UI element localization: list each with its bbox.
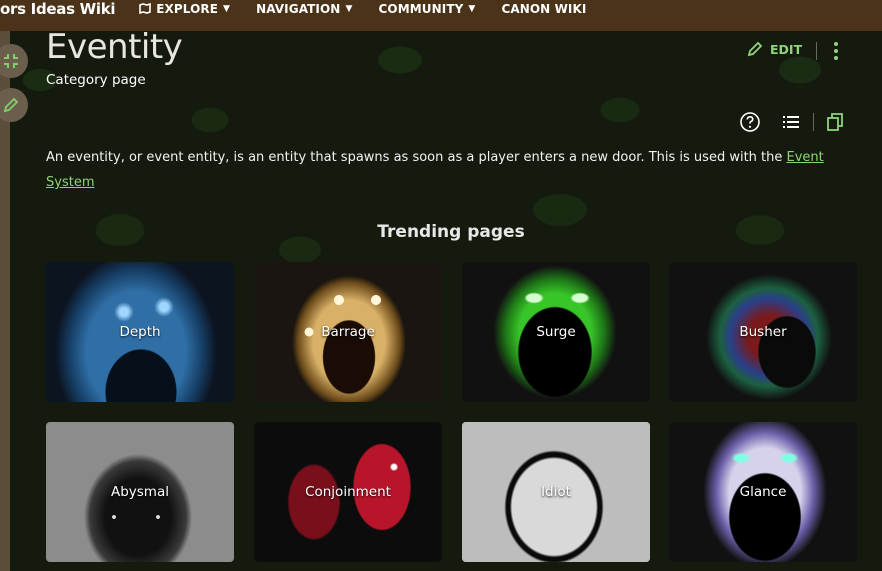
card-label: Conjoinment xyxy=(305,484,391,500)
nav-navigation[interactable]: NAVIGATION ▼ xyxy=(256,2,352,16)
trending-card-barrage[interactable]: Barrage xyxy=(254,262,442,402)
top-navigation: oors Ideas Wiki EXPLORE ▼ NAVIGATION ▼ C… xyxy=(0,0,882,31)
nav-explore-label: EXPLORE xyxy=(156,1,219,16)
collapse-icon xyxy=(4,54,18,68)
question-circle-icon[interactable] xyxy=(739,111,761,133)
list-icon[interactable] xyxy=(780,111,802,133)
divider xyxy=(813,113,814,131)
card-label: Idiot xyxy=(541,484,571,500)
card-label: Depth xyxy=(119,324,161,340)
trending-card-conjoinment[interactable]: Conjoinment xyxy=(254,422,442,562)
pencil-icon xyxy=(3,97,19,113)
trending-title: Trending pages xyxy=(377,222,525,242)
divider xyxy=(816,42,817,60)
wiki-name-link[interactable]: oors Ideas Wiki xyxy=(0,0,116,18)
page-subtitle: Category page xyxy=(46,72,146,88)
card-label: Barrage xyxy=(321,324,375,340)
nav-community-label: COMMUNITY xyxy=(378,1,464,16)
page-title: Eventity xyxy=(46,27,183,67)
nav-canon-wiki-label: CANON WIKI xyxy=(501,1,587,16)
category-description: An eventity, or event entity, is an enti… xyxy=(46,145,836,195)
chevron-down-icon: ▼ xyxy=(468,3,476,14)
trending-card-depth[interactable]: Depth xyxy=(46,262,234,402)
nav-navigation-label: NAVIGATION xyxy=(256,1,341,16)
card-label: Busher xyxy=(739,324,787,340)
nav-community[interactable]: COMMUNITY ▼ xyxy=(378,2,475,16)
card-label: Surge xyxy=(536,324,576,340)
vertical-dots-icon[interactable] xyxy=(830,40,842,62)
trending-card-idiot[interactable]: Idiot xyxy=(462,422,650,562)
trending-card-busher[interactable]: Busher xyxy=(669,262,857,402)
copy-icon[interactable] xyxy=(824,111,846,133)
card-label: Glance xyxy=(739,484,787,500)
card-label: Abysmal xyxy=(110,484,169,500)
nav-explore[interactable]: EXPLORE ▼ xyxy=(139,2,230,16)
pencil-icon xyxy=(747,41,763,57)
nav-canon-wiki[interactable]: CANON WIKI xyxy=(501,2,586,16)
trending-card-abysmal[interactable]: Abysmal xyxy=(46,422,234,562)
chevron-down-icon: ▼ xyxy=(223,3,231,14)
chevron-down-icon: ▼ xyxy=(345,3,353,14)
edit-button[interactable]: EDIT xyxy=(746,40,802,58)
edit-label: EDIT xyxy=(770,41,803,57)
trending-card-glance[interactable]: Glance xyxy=(669,422,857,562)
trending-card-surge[interactable]: Surge xyxy=(462,262,650,402)
map-icon xyxy=(139,3,152,14)
description-text: An eventity, or event entity, is an enti… xyxy=(46,150,787,165)
